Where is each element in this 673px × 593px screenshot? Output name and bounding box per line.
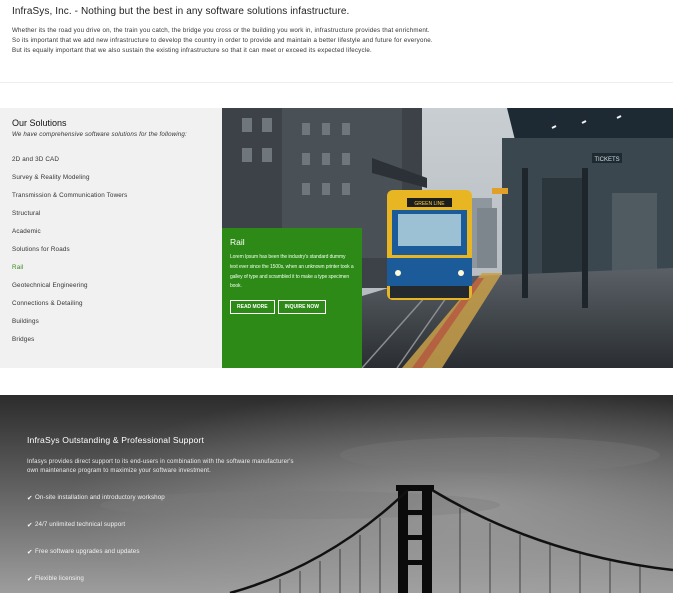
tram-destination: GREEN LINE: [414, 201, 445, 207]
check-icon: ✔: [27, 522, 33, 529]
check-icon: ✔: [27, 576, 33, 583]
check-icon: ✔: [27, 549, 33, 556]
solutions-list: 2D and 3D CAD Survey & Reality Modeling …: [12, 156, 127, 354]
feature-item: ✔ Free software upgrades and updates: [27, 548, 165, 575]
solution-item-rail[interactable]: Rail: [12, 264, 127, 282]
solutions-panel: Our Solutions We have comprehensive soft…: [0, 108, 222, 368]
rail-card-actions: READ MORE INQUIRE NOW: [230, 300, 327, 314]
intro-line-3: But its equally important that we also s…: [12, 46, 372, 54]
support-section: InfraSys Outstanding & Professional Supp…: [0, 395, 673, 593]
feature-item: ✔ 24/7 unlimited technical support: [27, 521, 165, 548]
rail-hero: TICKETS GREEN LINE Rail Lorem Ipsum has …: [222, 108, 673, 368]
solution-item-structural[interactable]: Structural: [12, 210, 127, 228]
feature-item: ✔ On-site installation and introductory w…: [27, 494, 165, 521]
feature-label: On-site installation and introductory wo…: [35, 494, 165, 501]
intro-line-1: Whether its the road you drive on, the t…: [12, 27, 430, 34]
support-features-list: ✔ On-site installation and introductory w…: [27, 494, 165, 593]
inquire-now-button[interactable]: INQUIRE NOW: [277, 300, 327, 314]
feature-label: Free software upgrades and updates: [35, 548, 140, 555]
solution-item-academic[interactable]: Academic: [12, 228, 127, 246]
read-more-button[interactable]: READ MORE: [230, 300, 275, 314]
tram-illustration: GREEN LINE: [387, 190, 472, 300]
solution-item-survey[interactable]: Survey & Reality Modeling: [12, 174, 127, 192]
support-description: Infasys provides direct support to its e…: [27, 459, 294, 474]
rail-card-title: Rail: [230, 237, 245, 247]
solution-item-connections[interactable]: Connections & Detailing: [12, 300, 127, 318]
intro-section: InfraSys, Inc. - Nothing but the best in…: [12, 6, 662, 55]
rail-info-card: Rail Lorem Ipsum has been the industry's…: [222, 228, 362, 368]
solution-item-geotechnical[interactable]: Geotechnical Engineering: [12, 282, 127, 300]
section-divider: [0, 82, 673, 83]
solutions-title: Our Solutions: [12, 118, 67, 128]
check-icon: ✔: [27, 495, 33, 502]
rail-card-text: Lorem Ipsum has been the industry's stan…: [230, 254, 354, 290]
solutions-subtitle: We have comprehensive software solutions…: [12, 131, 187, 138]
intro-line-2: So its important that we add new infrast…: [12, 36, 433, 44]
intro-title: InfraSys, Inc. - Nothing but the best in…: [12, 6, 350, 17]
solution-item-buildings[interactable]: Buildings: [12, 318, 127, 336]
tickets-sign: TICKETS: [594, 157, 619, 163]
feature-label: 24/7 unlimited technical support: [35, 521, 126, 528]
solution-item-2d-3d-cad[interactable]: 2D and 3D CAD: [12, 156, 127, 174]
feature-label: Flexible licensing: [35, 575, 84, 582]
support-title: InfraSys Outstanding & Professional Supp…: [27, 435, 204, 445]
solution-item-transmission[interactable]: Transmission & Communication Towers: [12, 192, 127, 210]
solution-item-bridges[interactable]: Bridges: [12, 336, 127, 354]
feature-item: ✔ Flexible licensing: [27, 575, 165, 593]
solution-item-roads[interactable]: Solutions for Roads: [12, 246, 127, 264]
